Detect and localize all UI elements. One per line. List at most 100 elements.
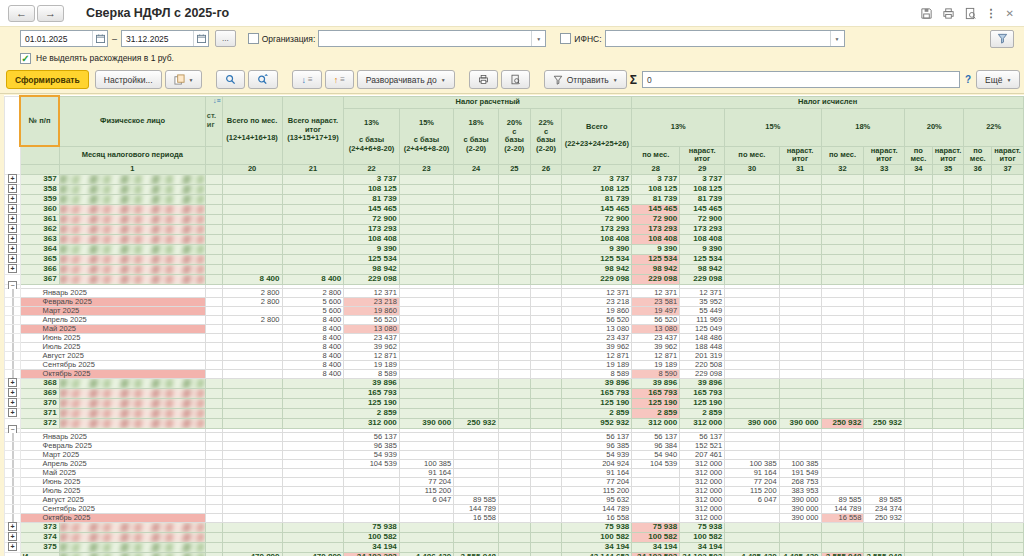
value-cell[interactable] [905,194,933,204]
person-name-blurred[interactable] [59,204,205,214]
value-cell[interactable] [992,214,1024,224]
value-cell[interactable] [530,513,562,522]
value-cell[interactable] [530,274,562,284]
value-cell[interactable]: 144 789 [821,504,864,513]
person-name-blurred[interactable] [59,408,205,418]
value-cell[interactable] [905,174,933,184]
value-cell[interactable]: 108 125 [344,184,400,194]
expand-icon[interactable]: + [8,204,17,213]
value-cell[interactable]: 98 942 [680,264,725,274]
value-cell[interactable]: 4 485 430 [725,552,779,556]
value-cell[interactable] [530,360,562,369]
value-cell[interactable] [905,224,933,234]
value-cell[interactable] [932,542,964,552]
value-cell[interactable]: 43 144 653 [562,552,632,556]
value-cell[interactable] [779,184,821,194]
value-cell[interactable]: 9 390 [632,244,680,254]
value-cell[interactable] [821,532,864,542]
value-cell[interactable] [454,369,499,378]
value-cell[interactable] [905,204,933,214]
value-cell[interactable] [779,441,821,450]
header-calc-col[interactable]: 22% с базы (2-20) [530,108,562,164]
value-cell[interactable] [282,522,344,532]
expander-cell[interactable]: + [5,264,21,274]
value-cell[interactable]: 125 534 [632,254,680,264]
value-cell[interactable] [725,214,779,224]
value-cell[interactable] [499,408,531,418]
value-cell[interactable] [530,459,562,468]
value-cell[interactable] [992,184,1024,194]
value-cell[interactable] [530,522,562,532]
print-icon[interactable] [942,7,955,20]
value-cell[interactable]: 3 555 948 [864,552,905,556]
value-cell[interactable] [864,532,905,542]
person-name-blurred[interactable] [59,264,205,274]
value-cell[interactable] [821,450,864,459]
expand-icon[interactable]: + [8,542,17,551]
row-number[interactable]: 375 [20,542,59,552]
value-cell[interactable] [282,408,344,418]
value-cell[interactable] [779,174,821,184]
value-cell[interactable] [725,234,779,244]
value-cell[interactable] [530,388,562,398]
value-cell[interactable] [992,194,1024,204]
value-cell[interactable] [282,432,344,441]
value-cell[interactable]: 268 753 [779,477,821,486]
header-done-group[interactable]: Налог исчислен [632,96,1024,108]
value-cell[interactable]: 91 164 [562,468,632,477]
value-cell[interactable]: 125 534 [680,254,725,264]
colnum[interactable]: 32 [821,164,864,174]
value-cell[interactable] [779,214,821,224]
expand-icon[interactable]: + [8,254,17,263]
value-cell[interactable] [282,495,344,504]
value-cell[interactable] [222,477,282,486]
header-done-rate[interactable]: 15% [725,108,821,146]
value-cell[interactable] [499,441,531,450]
value-cell[interactable] [454,224,499,234]
value-cell[interactable] [864,297,905,306]
value-cell[interactable] [454,297,499,306]
value-cell[interactable] [932,450,964,459]
value-cell[interactable]: 125 049 [680,324,725,333]
value-cell[interactable]: 72 900 [562,214,632,224]
row-number[interactable]: 361 [20,214,59,224]
header-sub-cum[interactable]: нараст. итог [864,146,905,164]
value-cell[interactable] [779,333,821,342]
value-cell[interactable] [454,254,499,264]
value-cell[interactable]: 115 200 [725,486,779,495]
value-cell[interactable] [530,342,562,351]
value-cell[interactable]: 6 047 [725,495,779,504]
value-cell[interactable] [499,369,531,378]
value-cell[interactable] [964,274,992,284]
value-cell[interactable] [454,477,499,486]
value-cell[interactable]: 312 000 [680,459,725,468]
value-cell[interactable] [821,388,864,398]
value-cell[interactable] [864,459,905,468]
nodiff-checkbox[interactable]: ✓ [20,53,31,64]
forward-button[interactable]: → [37,5,64,22]
value-cell[interactable] [632,504,680,513]
value-cell[interactable] [399,194,453,204]
value-cell[interactable] [932,297,964,306]
value-cell[interactable]: 165 793 [632,388,680,398]
value-cell[interactable]: 390 000 [779,418,821,428]
value-cell[interactable]: 229 098 [562,274,632,284]
value-cell[interactable]: 108 408 [632,234,680,244]
value-cell[interactable] [454,360,499,369]
colnum[interactable]: 30 [725,164,779,174]
value-cell[interactable] [725,360,779,369]
value-cell[interactable] [282,504,344,513]
value-cell[interactable] [864,450,905,459]
month-label[interactable]: Август 2025 [20,495,205,504]
value-cell[interactable] [964,408,992,418]
value-cell[interactable]: 77 204 [725,477,779,486]
value-cell[interactable]: 19 189 [562,360,632,369]
value-cell[interactable] [864,477,905,486]
date-to-field[interactable]: 31.12.2025 [121,30,209,47]
value-cell[interactable]: 250 932 [821,418,864,428]
expand-icon[interactable]: + [8,522,17,531]
value-cell[interactable] [992,486,1024,495]
row-number[interactable]: 366 [20,264,59,274]
person-name-blurred[interactable] [59,254,205,264]
value-cell[interactable] [499,306,531,315]
